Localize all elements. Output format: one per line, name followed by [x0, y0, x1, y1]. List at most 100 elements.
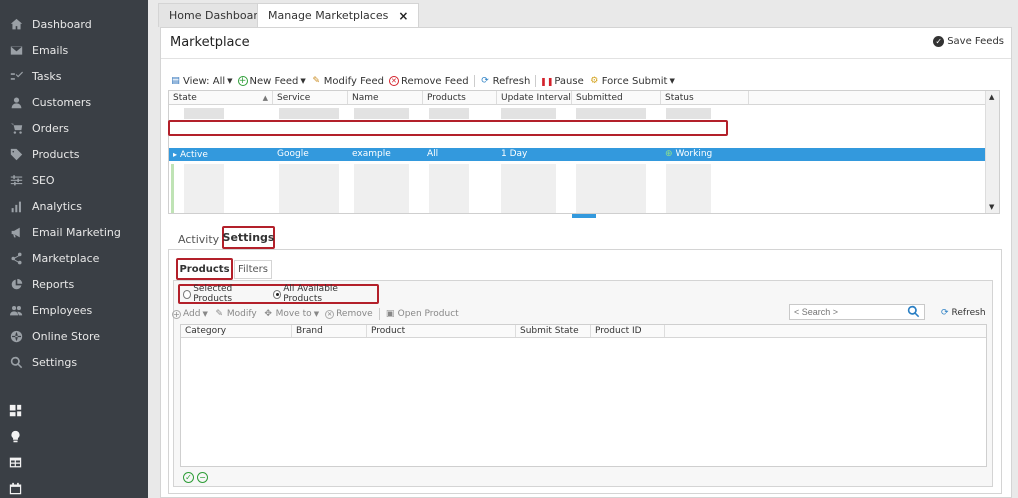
view-filter-dropdown[interactable]: ▤ View: All ▼	[170, 76, 233, 87]
sidebar-item-orders[interactable]: Orders	[0, 115, 148, 141]
sidebar-item-label: Settings	[32, 355, 78, 369]
sidebar-item-emails[interactable]: Emails	[0, 37, 148, 63]
tab-manage-marketplaces[interactable]: Manage Marketplaces ×	[257, 3, 420, 27]
feed-toolbar: ▤ View: All ▼ + New Feed ▼ ✎ Modify Feed…	[170, 73, 680, 89]
modify-product-button[interactable]: ✎ Modify	[214, 309, 257, 320]
open-product-button[interactable]: ▣ Open Product	[385, 309, 459, 320]
tab-products[interactable]: Products	[176, 258, 233, 280]
sidebar-item-dashboard[interactable]: Dashboard	[0, 11, 148, 37]
sidebar-item-marketplace[interactable]: Marketplace	[0, 245, 148, 271]
sidebar-item-label: Tasks	[32, 69, 62, 83]
column-header-submitted[interactable]: Submitted	[572, 91, 661, 104]
save-feeds-button[interactable]: ✓ Save Feeds	[933, 36, 1004, 47]
table-row-selected[interactable]: ▸Active Google Shopping example All 1 Da…	[169, 148, 985, 172]
sidebar-item-customers[interactable]: Customers	[0, 89, 148, 115]
splitter-handle[interactable]	[572, 214, 596, 218]
scroll-up-icon[interactable]: ▲	[989, 93, 994, 101]
products-footer: ✓ −	[180, 467, 987, 487]
obscured-cell	[666, 108, 711, 119]
column-header-name[interactable]: Name	[348, 91, 423, 104]
minus-circle-icon[interactable]: −	[197, 471, 208, 483]
tab-filters[interactable]: Filters	[234, 260, 272, 279]
refresh-button[interactable]: ⟳ Refresh	[480, 76, 530, 87]
refresh-icon: ⟳	[481, 76, 489, 86]
modify-feed-button[interactable]: ✎ Modify Feed	[311, 76, 384, 87]
sidebar-item-analytics[interactable]: Analytics	[0, 193, 148, 219]
radio-selected-products[interactable]: Selected Products	[183, 284, 265, 304]
sidebar: Dashboard Emails Tasks Customers Orders …	[0, 0, 148, 498]
pie-chart-icon	[9, 277, 23, 291]
new-feed-button[interactable]: + New Feed ▼	[237, 76, 306, 87]
sidebar-item-email-marketing[interactable]: Email Marketing	[0, 219, 148, 245]
tag-icon	[9, 147, 23, 161]
scroll-down-icon[interactable]: ▼	[989, 203, 994, 211]
remove-icon: ✕	[325, 309, 335, 319]
calendar-icon[interactable]	[9, 482, 23, 496]
caret-down-icon: ▼	[669, 77, 675, 85]
pencil-icon: ✎	[215, 309, 224, 319]
refresh-icon: ⟳	[941, 308, 949, 318]
sidebar-item-tasks[interactable]: Tasks	[0, 63, 148, 89]
modify-feed-label: Modify Feed	[323, 75, 384, 87]
tab-settings[interactable]: Settings	[222, 226, 275, 249]
column-header-filler	[749, 91, 985, 104]
obscured-cell	[279, 164, 339, 213]
widgets-icon[interactable]	[9, 404, 23, 418]
force-submit-dropdown[interactable]: ⚙ Force Submit ▼	[589, 76, 675, 87]
envelope-icon	[9, 43, 23, 57]
globe-icon	[9, 329, 23, 343]
remove-feed-button[interactable]: ✕ Remove Feed	[388, 76, 469, 87]
search-icon[interactable]	[907, 305, 923, 319]
product-selection-group: Selected Products All Available Products	[178, 284, 379, 304]
force-submit-label: Force Submit	[601, 75, 668, 87]
sidebar-item-label: SEO	[32, 173, 55, 187]
caret-down-icon: ▼	[227, 77, 233, 85]
column-header-filler	[665, 325, 986, 337]
column-header-status[interactable]: Status	[661, 91, 749, 104]
pause-button[interactable]: ❚❚ Pause	[540, 75, 584, 87]
obscured-cell	[576, 108, 646, 119]
tab-label: Home Dashboard	[169, 9, 265, 22]
refresh-products-button[interactable]: ⟳ Refresh	[941, 308, 986, 318]
obscured-cell	[279, 108, 339, 119]
sidebar-item-label: Marketplace	[32, 251, 100, 265]
share-icon	[9, 251, 23, 265]
product-search-input[interactable]	[789, 304, 925, 320]
lightbulb-icon[interactable]	[9, 430, 23, 444]
column-header-product[interactable]: Product	[367, 325, 516, 337]
feeds-grid: State ▲ Service Name Products Update Inte…	[168, 90, 1000, 214]
tab-activity[interactable]: Activity	[178, 233, 219, 246]
column-header-products[interactable]: Products	[423, 91, 497, 104]
sidebar-item-online-store[interactable]: Online Store	[0, 323, 148, 349]
pencil-icon: ✎	[312, 76, 321, 86]
table-icon[interactable]	[9, 456, 23, 470]
column-header-state[interactable]: State ▲	[169, 91, 273, 104]
pause-label: Pause	[554, 75, 584, 87]
column-header-service[interactable]: Service	[273, 91, 348, 104]
obscured-cell	[354, 164, 409, 213]
move-icon: ✥	[264, 309, 272, 319]
sidebar-item-reports[interactable]: Reports	[0, 271, 148, 297]
check-circle-icon[interactable]: ✓	[183, 471, 194, 483]
vertical-scrollbar[interactable]: ▲ ▼	[985, 91, 999, 213]
sidebar-item-seo[interactable]: SEO	[0, 167, 148, 193]
column-header-product-id[interactable]: Product ID	[591, 325, 665, 337]
feeds-grid-header: State ▲ Service Name Products Update Inte…	[169, 91, 985, 105]
column-header-brand[interactable]: Brand	[292, 325, 367, 337]
obscured-cell	[184, 108, 224, 119]
remove-product-button[interactable]: ✕ Remove	[325, 309, 373, 319]
sidebar-item-settings[interactable]: Settings	[0, 349, 148, 375]
check-icon: ✓	[933, 36, 945, 47]
sidebar-item-products[interactable]: Products	[0, 141, 148, 167]
column-header-category[interactable]: Category	[181, 325, 292, 337]
cell-name: example	[352, 149, 391, 159]
sidebar-item-label: Customers	[32, 95, 92, 109]
close-icon[interactable]: ×	[398, 9, 408, 23]
add-product-button[interactable]: + Add ▼	[172, 309, 208, 319]
move-to-button[interactable]: ✥ Move to ▼	[263, 309, 319, 320]
column-header-submit-state[interactable]: Submit State	[516, 325, 591, 337]
column-header-update-interval[interactable]: Update Interval	[497, 91, 572, 104]
toolbar-separator	[473, 75, 475, 87]
radio-all-available-products[interactable]: All Available Products	[272, 284, 369, 304]
sidebar-item-employees[interactable]: Employees	[0, 297, 148, 323]
